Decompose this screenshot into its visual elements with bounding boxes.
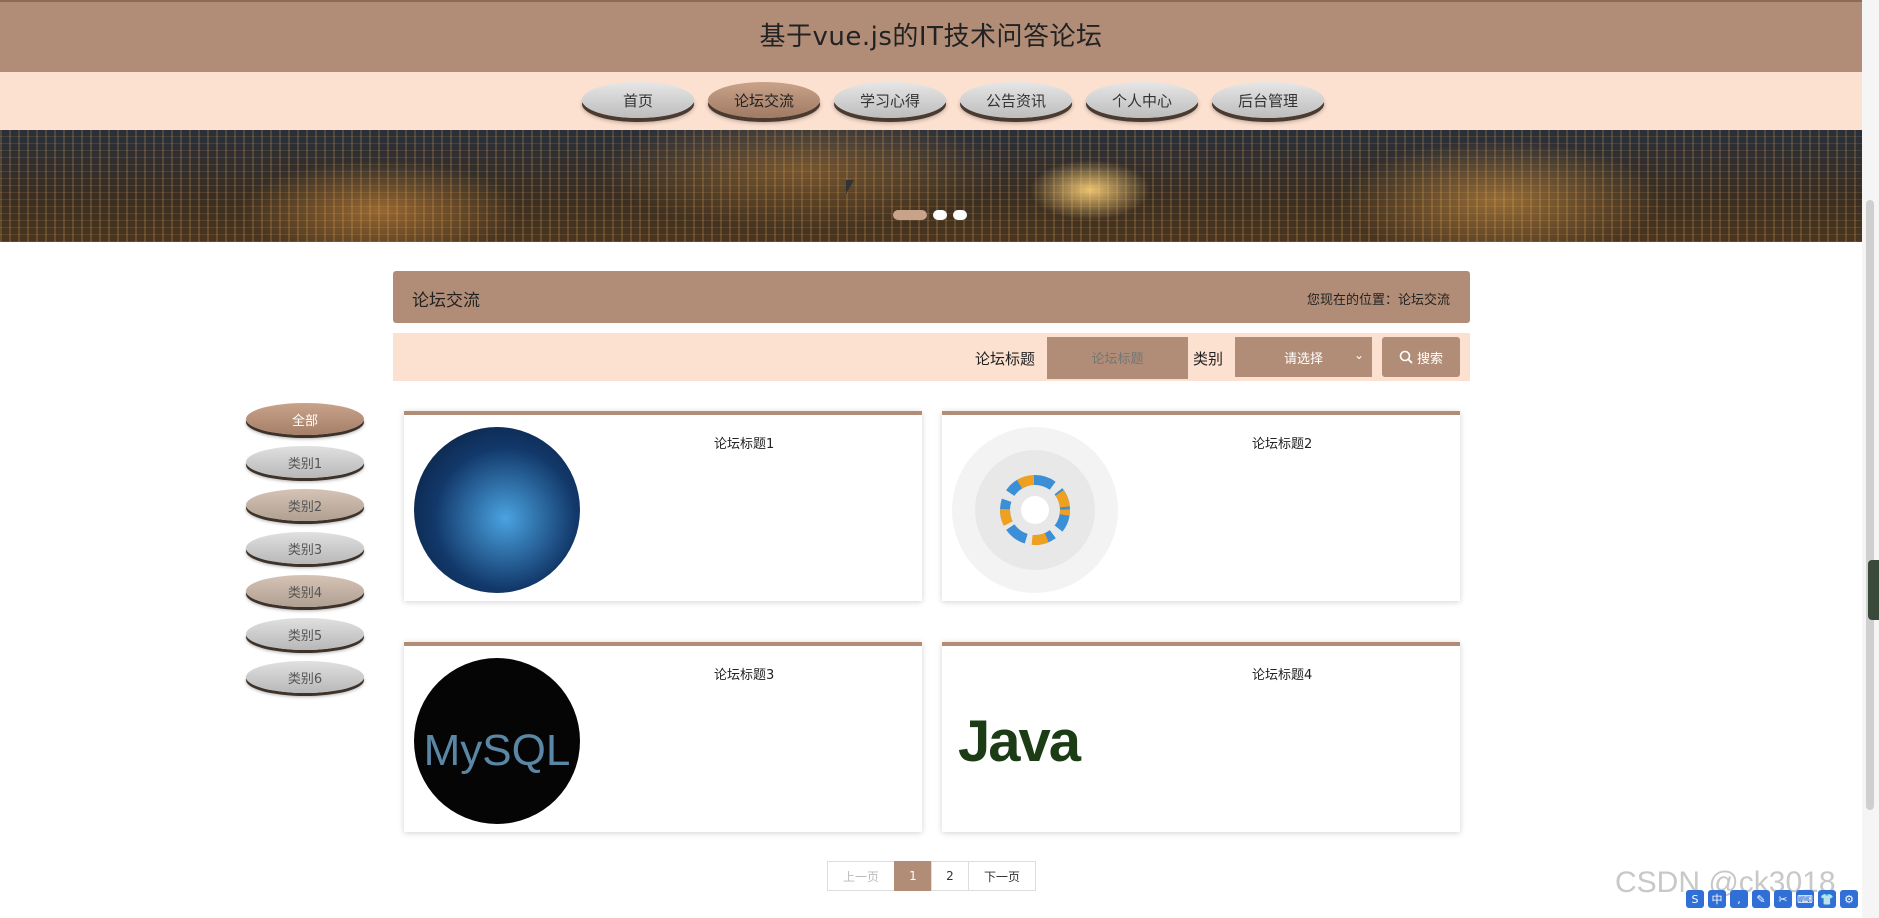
ai-head-image <box>414 427 580 593</box>
category-list: 全部 类别1 类别2 类别3 类别4 类别5 类别6 <box>246 403 364 704</box>
carousel-indicators <box>893 210 967 220</box>
card-title: 论坛标题4 <box>1252 668 1313 683</box>
forum-card[interactable]: 论坛标题2 <box>942 411 1460 601</box>
pagination: 上一页 1 2 下一页 <box>827 861 1036 891</box>
category-item[interactable]: 类别4 <box>246 575 364 607</box>
ime-chinese-icon[interactable]: 中 <box>1708 890 1726 908</box>
category-filter-label: 类别 <box>1193 350 1224 368</box>
breadcrumb: 您现在的位置：论坛交流 <box>1306 293 1450 308</box>
java-tech-ring-image <box>952 427 1118 593</box>
nav-home[interactable]: 首页 <box>582 82 694 118</box>
title-search-input[interactable] <box>1047 337 1188 379</box>
site-header: 基于vue.js的IT技术问答论坛 <box>0 0 1862 72</box>
carousel-dot-1[interactable] <box>893 210 927 220</box>
search-button[interactable]: 搜索 <box>1382 337 1460 377</box>
nav-profile[interactable]: 个人中心 <box>1086 82 1198 118</box>
ime-shirt-icon[interactable]: 👕 <box>1818 890 1836 908</box>
section-title: 论坛交流 <box>412 291 480 311</box>
category-item[interactable]: 类别6 <box>246 661 364 693</box>
carousel-dot-2[interactable] <box>933 210 947 220</box>
category-select[interactable]: 请选择 ⌄ <box>1235 337 1372 377</box>
forum-card[interactable]: 论坛标题1 <box>404 411 922 601</box>
ime-punctuation-icon[interactable]: , <box>1730 890 1748 908</box>
chevron-down-icon: ⌄ <box>1353 348 1364 362</box>
search-bar: 论坛标题 类别 请选择 ⌄ 搜索 <box>393 333 1470 381</box>
search-button-label: 搜索 <box>1416 351 1443 367</box>
next-page-button[interactable]: 下一页 <box>968 861 1036 891</box>
main-nav: 首页 论坛交流 学习心得 公告资讯 个人中心 后台管理 <box>0 72 1862 130</box>
banner-carousel[interactable] <box>0 130 1862 242</box>
category-item[interactable]: 类别3 <box>246 532 364 564</box>
site-title: 基于vue.js的IT技术问答论坛 <box>759 22 1103 52</box>
nav-study-notes[interactable]: 学习心得 <box>834 82 946 118</box>
card-title: 论坛标题3 <box>714 668 775 683</box>
category-item[interactable]: 类别1 <box>246 446 364 478</box>
card-title: 论坛标题2 <box>1252 437 1313 452</box>
mysql-logo-image: MySQL <box>414 658 580 824</box>
search-icon <box>1399 350 1413 364</box>
ime-gear-icon[interactable]: ⚙ <box>1840 890 1858 908</box>
ime-keyboard-icon[interactable]: ⌨ <box>1796 890 1814 908</box>
forum-card[interactable]: Java 论坛标题4 <box>942 642 1460 832</box>
category-item[interactable]: 类别2 <box>246 489 364 521</box>
java-word-cloud-image: Java <box>952 658 1122 824</box>
carousel-dot-3[interactable] <box>953 210 967 220</box>
ime-scissors-icon[interactable]: ✂ <box>1774 890 1792 908</box>
category-all[interactable]: 全部 <box>246 403 364 435</box>
java-logo-text: Java <box>958 709 1081 774</box>
title-filter-label: 论坛标题 <box>975 350 1036 368</box>
ime-toolbar: S 中 , ✎ ✂ ⌨ 👕 ⚙ <box>1686 890 1858 908</box>
page-1-button[interactable]: 1 <box>894 861 932 891</box>
section-header: 论坛交流 您现在的位置：论坛交流 <box>393 271 1470 323</box>
prev-page-button[interactable]: 上一页 <box>827 861 895 891</box>
category-item[interactable]: 类别5 <box>246 618 364 650</box>
category-select-value: 请选择 <box>1283 351 1323 367</box>
nav-forum[interactable]: 论坛交流 <box>708 82 820 118</box>
side-panel-handle[interactable] <box>1868 560 1879 620</box>
mysql-logo-text: MySQL <box>423 726 571 775</box>
card-title: 论坛标题1 <box>714 437 775 452</box>
page-2-button[interactable]: 2 <box>931 861 969 891</box>
forum-card[interactable]: MySQL 论坛标题3 <box>404 642 922 832</box>
nav-admin[interactable]: 后台管理 <box>1212 82 1324 118</box>
scrollbar-thumb[interactable] <box>1866 200 1874 810</box>
nav-announcements[interactable]: 公告资讯 <box>960 82 1072 118</box>
ime-logo-icon[interactable]: S <box>1686 890 1704 908</box>
mouse-cursor-icon <box>846 180 854 194</box>
ime-pen-icon[interactable]: ✎ <box>1752 890 1770 908</box>
